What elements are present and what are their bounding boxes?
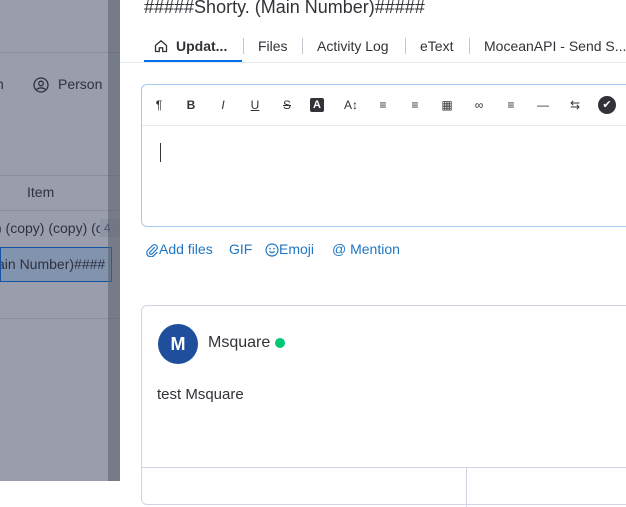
tab-separator	[405, 38, 406, 54]
bold-icon[interactable]: B	[181, 95, 201, 115]
home-icon	[154, 40, 168, 53]
tab-separator	[469, 38, 470, 54]
tab-activity-log[interactable]: Activity Log	[317, 34, 389, 58]
tab-label: eText	[420, 38, 454, 54]
link-icon[interactable]: ∞	[469, 95, 489, 115]
update-card: M Msquare test Msquare	[141, 305, 626, 507]
card-footer-divider	[142, 467, 626, 468]
card-footer-separator	[466, 467, 467, 507]
checklist-icon[interactable]: ✔	[598, 96, 616, 114]
table-icon[interactable]: ▦	[437, 95, 457, 115]
avatar[interactable]: M	[158, 324, 198, 364]
paragraph-icon[interactable]: ¶	[149, 95, 169, 115]
mention-label: Mention	[350, 241, 400, 257]
emoji-button[interactable]: Emoji	[265, 240, 314, 258]
underline-icon[interactable]: U	[245, 95, 265, 115]
bullet-list-icon[interactable]: ≡	[405, 95, 425, 115]
update-editor[interactable]: ¶ B I U S A A↕ ≡ ≡ ▦ ∞ ≡ — ⇆ ✔	[141, 84, 626, 227]
direction-icon[interactable]: ⇆	[565, 95, 585, 115]
tabs-divider	[120, 62, 626, 63]
font-size-icon[interactable]: A↕	[341, 95, 361, 115]
tab-label: MoceanAPI - Send S...	[484, 38, 626, 54]
tab-separator	[302, 38, 303, 54]
background-board: n Person Item ) (copy) (copy) (copy) 4 a…	[0, 0, 120, 481]
at-icon: @	[332, 241, 347, 257]
tab-updates[interactable]: Updat...	[154, 34, 227, 58]
tab-separator	[243, 38, 244, 54]
online-status-icon	[275, 338, 285, 348]
text-color-icon[interactable]: A	[310, 98, 324, 112]
paperclip-icon	[146, 244, 158, 258]
add-files-button[interactable]: Add files	[145, 240, 213, 258]
numbered-list-icon[interactable]: ≡	[373, 95, 393, 115]
strikethrough-icon[interactable]: S	[277, 95, 297, 115]
item-title[interactable]: #####Shorty. (Main Number)#####	[144, 0, 425, 18]
tab-label: Updat...	[176, 38, 228, 54]
tab-label: Activity Log	[317, 38, 389, 54]
item-panel: #####Shorty. (Main Number)##### Updat...…	[120, 0, 626, 507]
author-name[interactable]: Msquare	[208, 334, 270, 352]
modal-overlay[interactable]	[0, 0, 120, 481]
tab-etext[interactable]: eText	[420, 34, 453, 58]
update-body: test Msquare	[157, 386, 244, 403]
add-files-label: Add files	[159, 241, 213, 257]
align-icon[interactable]: ≡	[501, 95, 521, 115]
mention-button[interactable]: @ Mention	[332, 240, 400, 258]
divider-icon[interactable]: —	[533, 95, 553, 115]
text-cursor	[160, 143, 161, 162]
emoji-label: Emoji	[279, 241, 315, 257]
tab-label: Files	[258, 38, 288, 54]
tab-files[interactable]: Files	[258, 34, 288, 58]
italic-icon[interactable]: I	[213, 95, 233, 115]
gif-button[interactable]: GIF	[229, 240, 252, 258]
editor-toolbar: ¶ B I U S A A↕ ≡ ≡ ▦ ∞ ≡ — ⇆ ✔	[142, 85, 626, 126]
smile-icon	[265, 243, 279, 257]
tab-moceanapi[interactable]: MoceanAPI - Send S...	[484, 34, 626, 58]
panel-edge-shadow	[108, 0, 120, 481]
